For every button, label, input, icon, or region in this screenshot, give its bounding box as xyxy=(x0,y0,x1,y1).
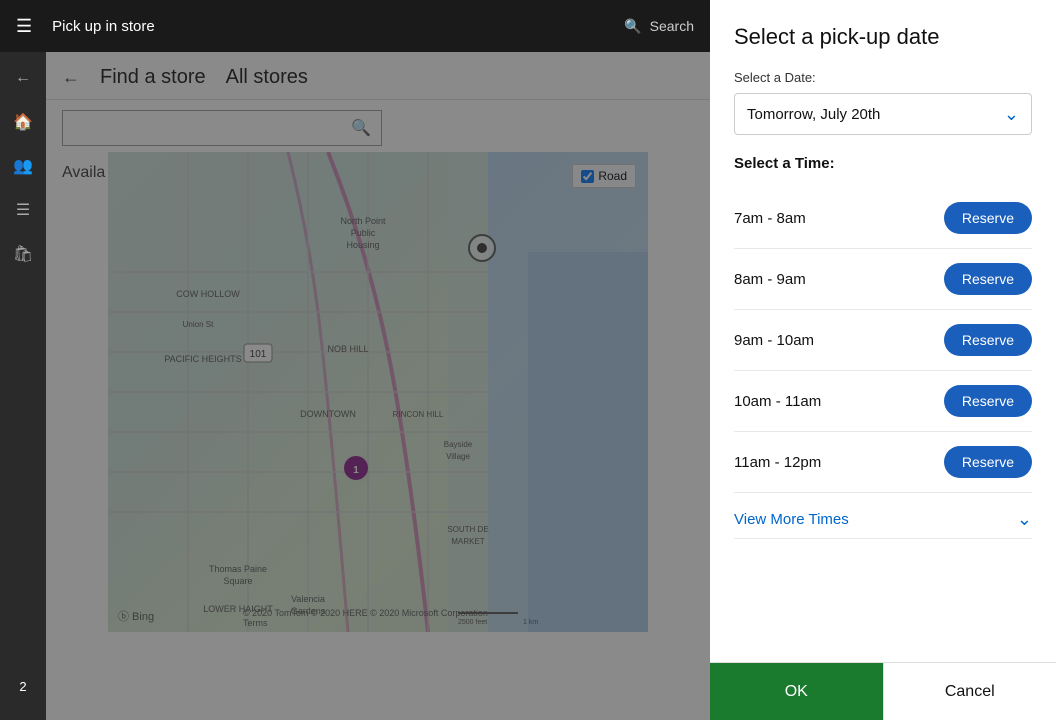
map-svg: 101 COW HOLLOW Union St PACIFIC HEIGHTS … xyxy=(108,152,648,632)
svg-text:1: 1 xyxy=(353,465,359,476)
date-select-label: Select a Date: xyxy=(734,70,1032,85)
time-slot-3-label: 9am - 10am xyxy=(734,332,814,349)
search-icon: 🔍 xyxy=(624,18,641,35)
svg-text:Valencia: Valencia xyxy=(291,594,325,604)
time-slot-1: 7am - 8am Reserve xyxy=(734,188,1032,249)
sidebar-menu-icon[interactable]: ☰ xyxy=(9,196,37,224)
time-slot-4-label: 10am - 11am xyxy=(734,393,821,410)
sidebar-users-icon[interactable]: 👥 xyxy=(9,152,37,180)
sidebar-back-icon[interactable]: ← xyxy=(9,64,37,92)
ok-button[interactable]: OK xyxy=(710,663,883,720)
search-bar-container: 🔍 xyxy=(46,100,710,156)
svg-text:NOB HILL: NOB HILL xyxy=(327,344,368,354)
hamburger-icon[interactable]: ☰ xyxy=(16,16,32,37)
store-header: ← Find a store All stores xyxy=(46,52,710,100)
svg-text:1 km: 1 km xyxy=(523,619,538,626)
view-more-text: View More Times xyxy=(734,511,849,528)
time-slot-3: 9am - 10am Reserve xyxy=(734,310,1032,371)
view-more-times[interactable]: View More Times ⌄ xyxy=(734,493,1032,539)
modal-content: Select a pick-up date Select a Date: Tom… xyxy=(710,0,1056,662)
time-slots-container: 7am - 8am Reserve 8am - 9am Reserve 9am … xyxy=(734,188,1032,493)
top-nav: ☰ Pick up in store 🔍 Search xyxy=(0,0,710,52)
svg-text:Public: Public xyxy=(351,228,376,238)
store-title: Find a store xyxy=(100,66,206,89)
road-label: Road xyxy=(598,169,627,183)
road-checkbox[interactable] xyxy=(581,170,594,183)
time-select-label: Select a Time: xyxy=(734,155,1032,172)
cancel-button[interactable]: Cancel xyxy=(883,663,1056,720)
store-search-bar[interactable]: 🔍 xyxy=(62,110,382,146)
left-sidebar: ← 🏠 👥 ☰ 🛍 2 xyxy=(0,52,46,720)
time-slot-2-label: 8am - 9am xyxy=(734,271,806,288)
svg-text:Union St: Union St xyxy=(183,320,214,329)
date-dropdown[interactable]: Tomorrow, July 20th ⌄ xyxy=(734,93,1032,135)
main-content: ← Find a store All stores 🔍 Availa xyxy=(46,52,710,720)
map-road-badge[interactable]: Road xyxy=(572,164,636,188)
nav-title: Pick up in store xyxy=(52,18,155,35)
sidebar-bag-icon[interactable]: 🛍 xyxy=(9,240,37,268)
nav-search: 🔍 Search xyxy=(624,18,694,35)
modal-footer: OK Cancel xyxy=(710,662,1056,720)
back-button-icon[interactable]: ← xyxy=(62,67,80,88)
modal-title: Select a pick-up date xyxy=(734,24,1032,50)
svg-text:MARKET: MARKET xyxy=(451,537,484,546)
time-slot-2: 8am - 9am Reserve xyxy=(734,249,1032,310)
reserve-btn-5[interactable]: Reserve xyxy=(944,446,1032,478)
svg-text:COW HOLLOW: COW HOLLOW xyxy=(176,289,240,299)
right-panel: Select a pick-up date Select a Date: Tom… xyxy=(710,0,1056,720)
reserve-btn-4[interactable]: Reserve xyxy=(944,385,1032,417)
time-slot-5: 11am - 12pm Reserve xyxy=(734,432,1032,493)
sidebar-number-badge: 2 xyxy=(9,672,37,700)
reserve-btn-1[interactable]: Reserve xyxy=(944,202,1032,234)
time-slot-5-label: 11am - 12pm xyxy=(734,454,821,471)
svg-text:DOWNTOWN: DOWNTOWN xyxy=(300,409,356,419)
view-more-chevron-icon: ⌄ xyxy=(1017,509,1032,530)
map-area: 101 COW HOLLOW Union St PACIFIC HEIGHTS … xyxy=(108,152,648,632)
reserve-btn-2[interactable]: Reserve xyxy=(944,263,1032,295)
svg-text:PACIFIC HEIGHTS: PACIFIC HEIGHTS xyxy=(164,354,241,364)
svg-text:Square: Square xyxy=(223,576,252,586)
search-bar-icon: 🔍 xyxy=(351,118,371,138)
svg-text:Village: Village xyxy=(446,452,470,461)
svg-text:Housing: Housing xyxy=(346,240,379,250)
svg-text:Thomas Paine: Thomas Paine xyxy=(209,564,267,574)
sidebar-home-icon[interactable]: 🏠 xyxy=(9,108,37,136)
store-subtitle: All stores xyxy=(226,66,308,89)
svg-text:SOUTH DE: SOUTH DE xyxy=(447,525,488,534)
time-slot-1-label: 7am - 8am xyxy=(734,210,806,227)
left-panel: ☰ Pick up in store 🔍 Search ← 🏠 👥 ☰ 🛍 2 … xyxy=(0,0,710,720)
reserve-btn-3[interactable]: Reserve xyxy=(944,324,1032,356)
selected-date: Tomorrow, July 20th xyxy=(747,106,880,123)
svg-text:Bayside: Bayside xyxy=(444,440,473,449)
svg-text:North Point: North Point xyxy=(340,216,386,226)
map-copyright: © 2020 TomTom © 2020 HERE © 2020 Microso… xyxy=(243,608,513,628)
time-slot-4: 10am - 11am Reserve xyxy=(734,371,1032,432)
bing-logo: ⓑ Bing xyxy=(118,608,154,624)
svg-text:101: 101 xyxy=(250,349,267,360)
search-label: Search xyxy=(650,18,694,34)
svg-text:RINCON HILL: RINCON HILL xyxy=(393,410,444,419)
chevron-down-icon: ⌄ xyxy=(1004,104,1019,125)
